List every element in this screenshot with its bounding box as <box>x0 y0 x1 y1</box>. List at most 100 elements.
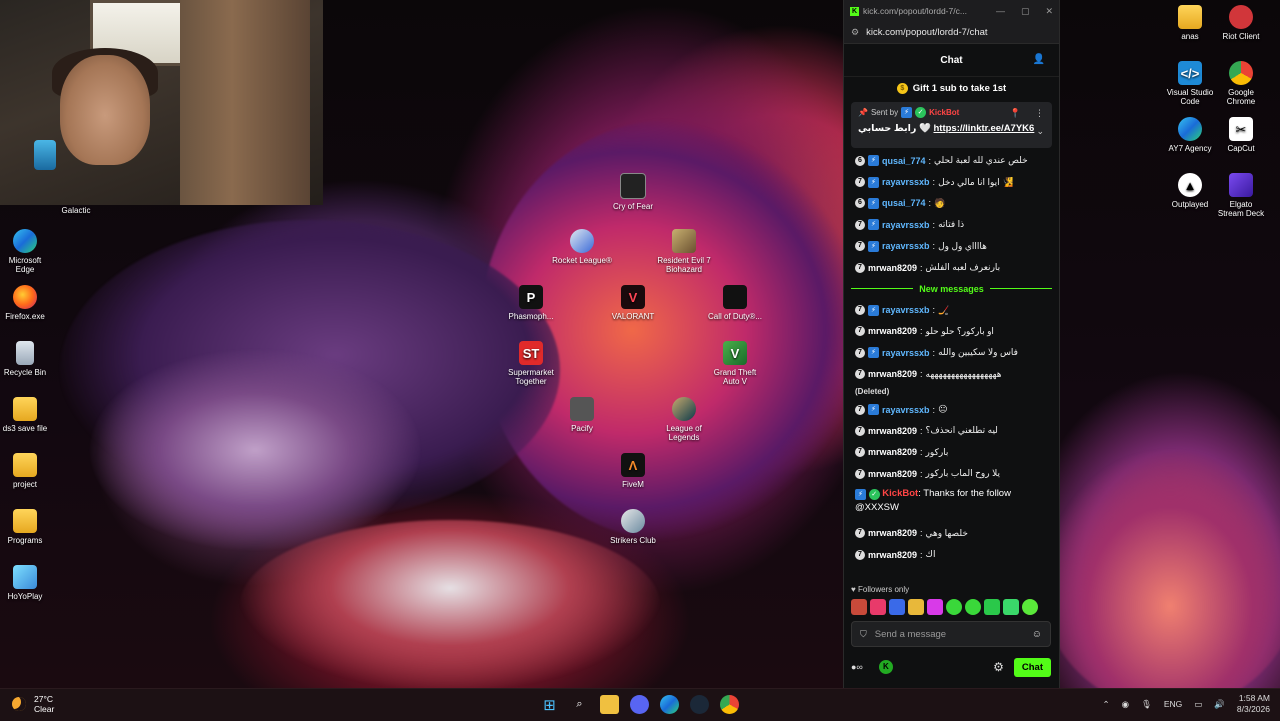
username[interactable]: mrwan8209 <box>868 469 917 479</box>
username[interactable]: rayavrssxb <box>882 405 930 415</box>
desktop-icon-fivem[interactable]: Λ FiveM <box>603 453 663 489</box>
desktop-icon-strikers-club[interactable]: Strikers Club <box>603 509 663 545</box>
search-icon[interactable]: ⌕ <box>570 695 589 714</box>
bot-badge-icon: ⚡ <box>901 107 913 118</box>
desktop-icon-project[interactable]: project <box>0 453 50 489</box>
desktop-icon-riot-client[interactable]: Riot Client <box>1216 5 1266 41</box>
message-input[interactable]: ⛉ Send a message ☺ <box>851 621 1051 647</box>
moon-icon <box>12 697 26 711</box>
volume-icon[interactable]: 🔊 <box>1214 699 1225 710</box>
pinned-sender[interactable]: KickBot <box>929 108 959 117</box>
desktop-icon-recycle-bin[interactable]: Recycle Bin <box>0 341 50 377</box>
username[interactable]: mrwan8209 <box>868 426 917 436</box>
discord-icon[interactable] <box>630 695 649 714</box>
vscode-icon: </> <box>1178 61 1202 85</box>
desktop-icon-programs[interactable]: Programs <box>0 509 50 545</box>
desktop-icon-ds3-save[interactable]: ds3 save file <box>0 397 50 433</box>
username[interactable]: mrwan8209 <box>868 263 917 273</box>
desktop-icon-resident-evil[interactable]: Resident Evil 7 Biohazard <box>654 229 714 274</box>
desktop-icon-phasmophobia[interactable]: P Phasmoph... <box>501 285 561 321</box>
address-bar[interactable]: ⚙ kick.com/popout/lordd-7/chat <box>844 22 1059 44</box>
desktop-icon-outplayed[interactable]: ▲ Outplayed <box>1165 173 1215 209</box>
desktop-icon-supermarket[interactable]: ST Supermarket Together <box>501 341 561 386</box>
colon: : <box>932 177 936 188</box>
desktop-icon-chrome[interactable]: Google Chrome <box>1216 61 1266 106</box>
username[interactable]: rayavrssxb <box>882 305 930 315</box>
desktop-icon-edge[interactable]: Microsoft Edge <box>0 229 50 274</box>
network-icon[interactable]: ▭ <box>1194 699 1202 710</box>
firefox-icon <box>13 285 37 309</box>
desktop-icon-anas[interactable]: anas <box>1165 5 1215 41</box>
more-options-icon[interactable]: ⋮ <box>1035 108 1044 119</box>
close-button[interactable]: ✕ <box>1045 6 1053 17</box>
maximize-button[interactable]: ▢ <box>1021 6 1030 17</box>
minimize-button[interactable]: — <box>996 6 1005 17</box>
emote-3[interactable] <box>889 599 905 615</box>
hoyoplay-icon <box>13 565 37 589</box>
clock[interactable]: 1:58 AM 8/3/2026 <box>1237 693 1270 715</box>
username[interactable]: qusai_774 <box>882 198 926 208</box>
gift-banner[interactable]: $ Gift 1 sub to take 1st <box>844 77 1059 99</box>
desktop-icon-cry-of-fear[interactable]: Cry of Fear <box>603 173 663 211</box>
sub-badge-icon: ⚡ <box>868 155 879 167</box>
emote-9[interactable] <box>1003 599 1019 615</box>
steam-icon[interactable] <box>690 695 709 714</box>
file-explorer-icon[interactable] <box>600 695 619 714</box>
username[interactable]: qusai_774 <box>882 156 926 166</box>
username[interactable]: mrwan8209 <box>868 326 917 336</box>
bot-name[interactable]: KickBot <box>882 488 918 499</box>
discord-tray-icon[interactable]: ◉ <box>1122 699 1129 710</box>
desktop-icon-capcut[interactable]: ✂ CapCut <box>1216 117 1266 153</box>
pacify-icon <box>570 397 594 421</box>
language-indicator[interactable]: ENG <box>1164 699 1182 709</box>
chrome-icon[interactable] <box>720 695 739 714</box>
username[interactable]: mrwan8209 <box>868 550 917 560</box>
username[interactable]: rayavrssxb <box>882 177 930 187</box>
chat-message: 6 ⚡ qusai_774: 🧑 <box>844 193 1059 214</box>
unpin-icon[interactable]: 📍 <box>1010 108 1021 119</box>
windows-start-icon[interactable]: ⊞ <box>540 695 559 714</box>
send-chat-button[interactable]: Chat <box>1013 657 1051 677</box>
username[interactable]: rayavrssxb <box>882 348 930 358</box>
desktop-icon-gta[interactable]: V Grand Theft Auto V <box>705 341 765 386</box>
chat-message: 7 ⚡ rayavrssxb: 😐 <box>844 399 1059 420</box>
emote-5[interactable] <box>927 599 943 615</box>
username[interactable]: mrwan8209 <box>868 528 917 538</box>
weather-widget[interactable]: 27°C Clear <box>12 694 54 714</box>
username[interactable]: rayavrssxb <box>882 241 930 251</box>
username[interactable]: mrwan8209 <box>868 369 917 379</box>
kick-coin-icon[interactable]: K <box>878 660 893 674</box>
desktop-icon-ay7-agency[interactable]: AY7 Agency <box>1165 117 1215 153</box>
desktop-icon-stream-deck[interactable]: Elgato Stream Deck <box>1216 173 1266 218</box>
desktop-icon-call-of-duty[interactable]: Call of Duty®... <box>705 285 765 321</box>
edge-icon[interactable] <box>660 695 679 714</box>
users-icon[interactable]: 👤 <box>1033 54 1045 65</box>
desktop-icon-hoyoplay[interactable]: HoYoPlay <box>0 565 50 601</box>
desktop-icon-pacify[interactable]: Pacify <box>552 397 612 433</box>
strikers-club-icon <box>621 509 645 533</box>
pinned-link[interactable]: https://linktr.ee/A7YK6 <box>933 123 1034 134</box>
desktop-icon-vscode[interactable]: </> Visual Studio Code <box>1165 61 1215 106</box>
emote-7[interactable] <box>965 599 981 615</box>
username[interactable]: rayavrssxb <box>882 220 930 230</box>
emote-4[interactable] <box>908 599 924 615</box>
emoji-icon[interactable]: ☺ <box>1032 629 1042 640</box>
emote-1[interactable] <box>851 599 867 615</box>
level-badge-icon: 7 <box>855 549 865 560</box>
points-icon[interactable]: ●∞ <box>851 662 863 672</box>
site-settings-icon[interactable]: ⚙ <box>851 27 859 38</box>
username[interactable]: mrwan8209 <box>868 447 917 457</box>
desktop-icon-rocket-league[interactable]: Rocket League® <box>552 229 612 265</box>
emote-2[interactable] <box>870 599 886 615</box>
emote-10[interactable] <box>1022 599 1038 615</box>
desktop-icon-valorant[interactable]: V VALORANT <box>603 285 663 321</box>
emote-6[interactable] <box>946 599 962 615</box>
chevron-down-icon[interactable]: ⌄ <box>1036 126 1044 137</box>
desktop-icon-firefox[interactable]: Firefox.exe <box>0 285 50 321</box>
webcam-curtain <box>180 0 310 205</box>
gear-icon[interactable]: ⚙ <box>993 660 1004 674</box>
desktop-icon-league[interactable]: League of Legends <box>654 397 714 442</box>
emote-8[interactable] <box>984 599 1000 615</box>
chevron-up-icon[interactable]: ⌃ <box>1103 699 1110 710</box>
microphone-icon[interactable]: 🎙 <box>1141 699 1152 710</box>
